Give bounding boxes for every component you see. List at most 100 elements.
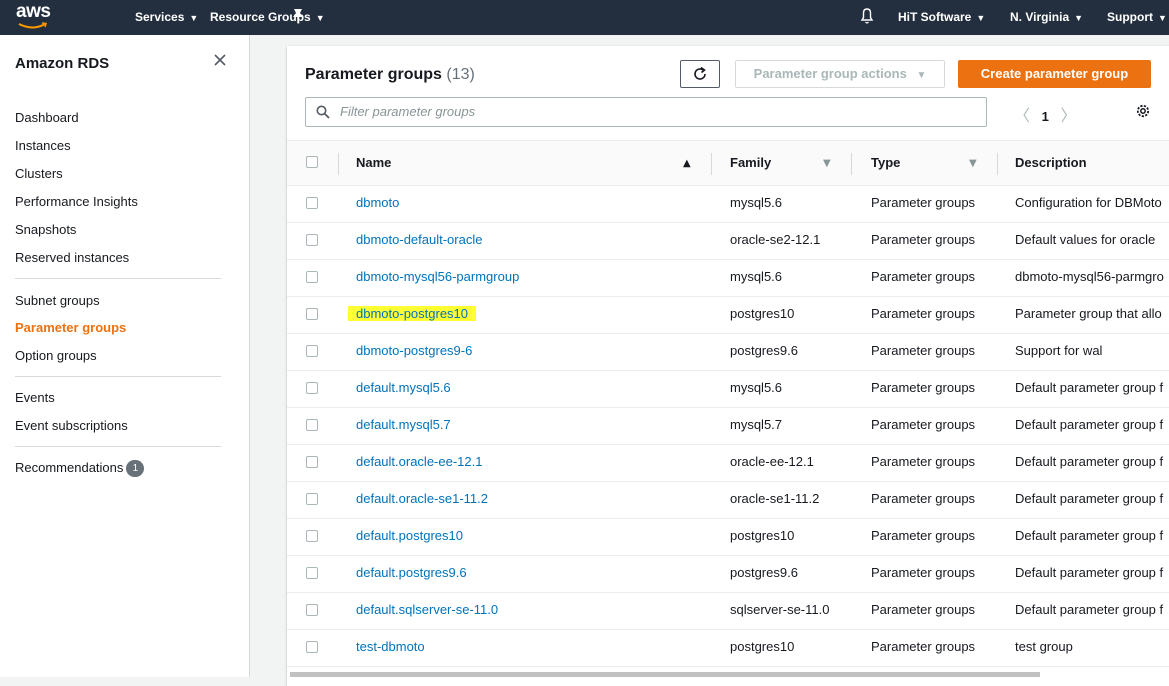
type-cell: Parameter groups [871,380,976,395]
row-checkbox[interactable] [306,567,318,579]
sidebar-item-snapshots[interactable]: Snapshots [15,222,76,237]
chevron-down-icon: ▼ [315,13,325,23]
table-row[interactable]: default.postgres10 postgres10 Parameter … [287,518,1169,556]
type-cell: Parameter groups [871,232,976,247]
sidebar-item-events[interactable]: Events [15,390,55,405]
parameter-group-name-link[interactable]: default.postgres10 [356,528,463,543]
sort-icon[interactable]: ▼ [823,158,831,169]
sidebar-item-event-subscriptions[interactable]: Event subscriptions [15,418,128,433]
row-checkbox[interactable] [306,308,318,320]
table-row[interactable]: dbmoto-mysql56-parmgroup mysql5.6 Parame… [287,259,1169,297]
sidebar-item-option-groups[interactable]: Option groups [15,348,97,363]
resource-groups-menu[interactable]: Resource Groups ▼ [210,10,325,24]
sidebar-item-reserved-instances[interactable]: Reserved instances [15,250,129,265]
parameter-group-name-link[interactable]: default.oracle-ee-12.1 [356,454,482,469]
chevron-right-icon[interactable]: 〉 [1061,108,1077,125]
sidebar-item-dashboard[interactable]: Dashboard [15,110,79,125]
close-icon[interactable] [212,52,228,68]
parameter-group-actions-button[interactable]: Parameter group actions ▼ [735,60,945,88]
parameter-group-name-link[interactable]: default.mysql5.6 [356,380,451,395]
description-cell: Default parameter group f [1015,454,1164,469]
services-menu[interactable]: Services ▼ [135,10,198,24]
highlighted-name: dbmoto-postgres10 [348,306,477,321]
sidebar-item-subnet-groups[interactable]: Subnet groups [15,293,100,308]
row-checkbox[interactable] [306,530,318,542]
table-row[interactable]: test-dbmoto postgres10 Parameter groups … [287,629,1169,667]
column-header-type[interactable]: Type [871,155,900,170]
sort-icon[interactable]: ▼ [969,158,977,169]
row-checkbox[interactable] [306,382,318,394]
table-row[interactable]: dbmoto-postgres9-6 postgres9.6 Parameter… [287,333,1169,371]
row-checkbox[interactable] [306,604,318,616]
account-label: HiT Software [898,10,972,24]
page-number[interactable]: 1 [1042,109,1049,124]
column-divider [711,153,712,175]
row-checkbox[interactable] [306,419,318,431]
account-menu[interactable]: HiT Software ▼ [898,10,985,24]
filter-box[interactable] [305,97,987,127]
description-cell: Default parameter group f [1015,528,1164,543]
row-checkbox[interactable] [306,345,318,357]
parameter-group-name-link[interactable]: dbmoto-mysql56-parmgroup [356,269,519,284]
description-cell: Support for wal [1015,343,1103,358]
row-checkbox[interactable] [306,197,318,209]
sidebar-item-recommendations[interactable]: Recommendations 1 [15,460,145,477]
row-checkbox[interactable] [306,271,318,283]
type-cell: Parameter groups [871,528,976,543]
pin-icon[interactable] [291,8,305,24]
parameter-group-name-link[interactable]: test-dbmoto [356,639,425,654]
gear-icon[interactable] [1135,103,1151,119]
parameter-group-name-link[interactable]: default.mysql5.7 [356,417,451,432]
table-row[interactable]: default.mysql5.6 mysql5.6 Parameter grou… [287,370,1169,408]
description-cell: Default parameter group f [1015,602,1164,617]
column-header-name[interactable]: Name [356,155,391,170]
parameter-group-name-link[interactable]: dbmoto-postgres9-6 [356,343,472,358]
family-cell: sqlserver-se-11.0 [730,602,830,617]
table-row[interactable]: dbmoto mysql5.6 Parameter groups Configu… [287,185,1169,223]
sidebar-item-instances[interactable]: Instances [15,138,71,153]
type-cell: Parameter groups [871,454,976,469]
type-cell: Parameter groups [871,639,976,654]
bell-icon[interactable] [860,7,874,25]
table-header: Name ▲ Family ▼ Type ▼ Description [287,140,1169,186]
item-count: (13) [446,66,475,83]
table-row[interactable]: default.oracle-se1-11.2 oracle-se1-11.2 … [287,481,1169,519]
row-checkbox[interactable] [306,234,318,246]
chevron-down-icon: ▼ [916,70,927,81]
parameter-group-name-link[interactable]: dbmoto [356,195,399,210]
sort-ascending-icon[interactable]: ▲ [683,158,691,169]
table-row[interactable]: default.postgres9.6 postgres9.6 Paramete… [287,555,1169,593]
chevron-down-icon: ▼ [1158,13,1167,23]
sidebar-item-parameter-groups[interactable]: Parameter groups [15,320,126,335]
aws-logo[interactable]: aws [14,1,54,32]
table-row[interactable]: dbmoto-default-oracle oracle-se2-12.1 Pa… [287,222,1169,260]
support-menu[interactable]: Support ▼ [1107,10,1167,24]
chevron-left-icon[interactable]: 〈 [1014,108,1030,125]
table-row[interactable]: dbmoto-postgres10 postgres10 Parameter g… [287,296,1169,334]
parameter-group-name-link[interactable]: default.sqlserver-se-11.0 [356,602,498,617]
create-parameter-group-button[interactable]: Create parameter group [958,60,1151,88]
sidebar-item-clusters[interactable]: Clusters [15,166,63,181]
row-checkbox[interactable] [306,456,318,468]
region-menu[interactable]: N. Virginia ▼ [1010,10,1083,24]
refresh-button[interactable] [680,60,720,88]
parameter-group-name-link[interactable]: default.oracle-se1-11.2 [356,491,488,506]
column-header-family[interactable]: Family [730,155,771,170]
sidebar-divider [15,278,221,279]
table-row[interactable]: default.mysql5.7 mysql5.7 Parameter grou… [287,407,1169,445]
horizontal-scrollbar[interactable] [290,672,1040,677]
column-header-description[interactable]: Description [1015,155,1087,170]
table-row[interactable]: default.sqlserver-se-11.0 sqlserver-se-1… [287,592,1169,630]
select-all-checkbox[interactable] [306,156,318,168]
sidebar-item-performance-insights[interactable]: Performance Insights [15,194,138,209]
description-cell: dbmoto-mysql56-parmgro [1015,269,1164,284]
parameter-group-name-link[interactable]: dbmoto-default-oracle [356,232,482,247]
row-checkbox[interactable] [306,641,318,653]
parameter-group-name-link[interactable]: default.postgres9.6 [356,565,467,580]
table-row[interactable]: default.oracle-ee-12.1 oracle-ee-12.1 Pa… [287,444,1169,482]
sidebar-item-label: Recommendations [15,460,124,475]
parameter-group-name-link[interactable]: dbmoto-postgres10 [348,306,477,321]
type-cell: Parameter groups [871,343,976,358]
filter-input[interactable] [338,103,942,120]
row-checkbox[interactable] [306,493,318,505]
